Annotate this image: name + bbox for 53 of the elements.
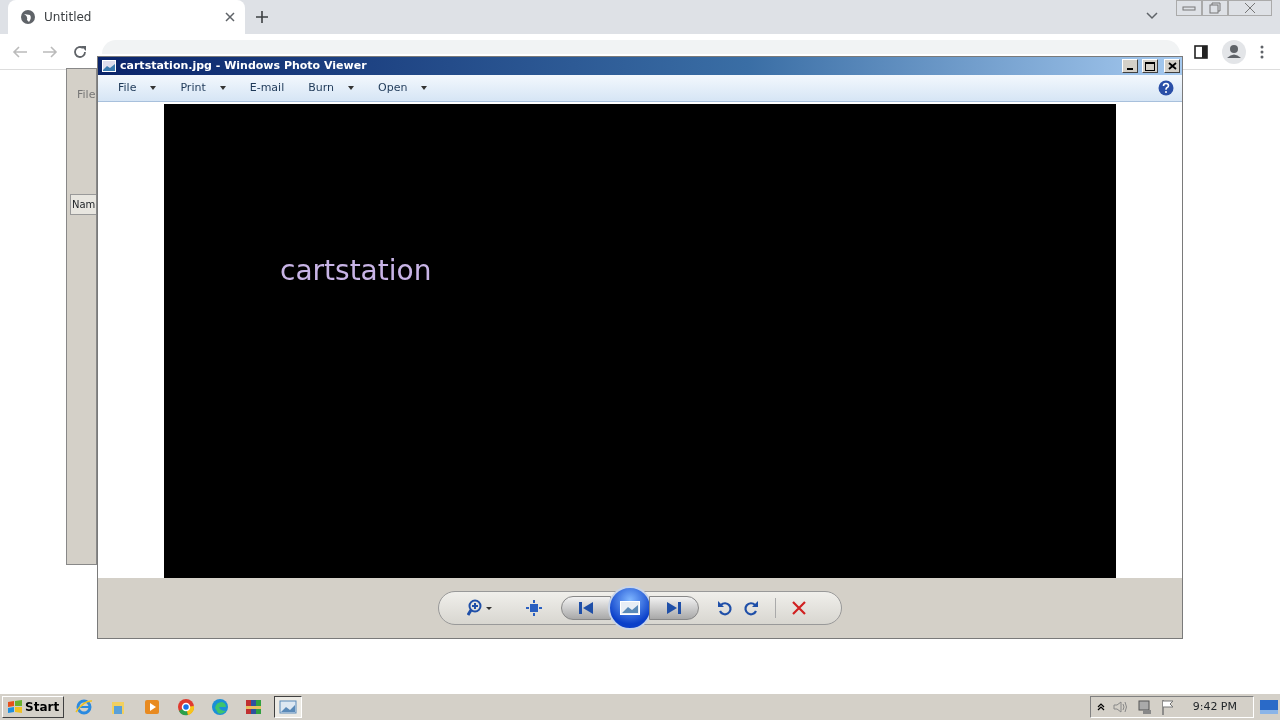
slideshow-button[interactable] (608, 586, 652, 630)
profile-icon[interactable] (1222, 39, 1246, 64)
chrome-icon (177, 698, 196, 716)
tab-title: Untitled (44, 9, 93, 26)
next-button[interactable] (649, 596, 699, 620)
minimize-button[interactable] (1122, 59, 1138, 73)
rotate-left-button[interactable] (715, 598, 735, 618)
maximize-icon (1145, 61, 1155, 71)
previous-button[interactable] (561, 596, 611, 620)
edge-icon (211, 698, 230, 716)
rotate-right-icon (743, 600, 759, 616)
new-tab-icon[interactable] (255, 10, 269, 24)
menu-item[interactable]: Print (180, 76, 236, 100)
side-panel-icon[interactable] (1194, 44, 1208, 59)
taskbar-button[interactable] (274, 696, 303, 718)
zoom-icon (467, 599, 493, 617)
chevron-up-icon[interactable] (1096, 703, 1105, 711)
fit-window-button[interactable] (523, 598, 545, 618)
menu-item[interactable]: Open (378, 76, 438, 100)
menu-item[interactable]: E-mail (249, 76, 295, 100)
menu-item[interactable]: File (118, 76, 167, 100)
close-icon[interactable] (225, 12, 235, 22)
ie-icon (75, 698, 94, 716)
close-icon (1167, 62, 1177, 70)
picture-icon (279, 698, 298, 716)
maximize-button[interactable] (1142, 59, 1158, 73)
close-button[interactable] (1164, 59, 1180, 73)
picture-icon (102, 60, 116, 72)
winrar-icon (245, 698, 264, 716)
flag-icon[interactable] (1160, 699, 1175, 715)
previous-icon (579, 602, 593, 614)
delete-icon (792, 601, 806, 615)
window-title: cartstation.jpg - Windows Photo Viewer (120, 57, 368, 74)
reload-icon[interactable] (72, 43, 88, 60)
more-icon[interactable] (1260, 44, 1264, 59)
media-player-icon (143, 698, 162, 716)
fit-window-icon (525, 600, 543, 616)
globe-icon (20, 9, 36, 25)
menu-item[interactable]: Burn (308, 76, 365, 100)
close-icon[interactable] (1228, 0, 1272, 16)
rotate-left-icon (717, 600, 733, 616)
network-icon[interactable] (1136, 699, 1153, 715)
image-text: cartstation (280, 253, 432, 289)
picture-icon (620, 601, 640, 615)
delete-button[interactable] (790, 599, 808, 617)
windows-logo-icon (7, 700, 23, 714)
chevron-down-icon[interactable] (1146, 12, 1158, 20)
browser-tab[interactable]: Untitled (8, 0, 245, 34)
clock[interactable]: 9:42 PM (1192, 698, 1237, 716)
next-icon (667, 602, 681, 614)
start-button[interactable]: Start (2, 696, 65, 718)
column-header[interactable]: Nam (70, 193, 96, 215)
help-icon[interactable] (1158, 80, 1174, 96)
